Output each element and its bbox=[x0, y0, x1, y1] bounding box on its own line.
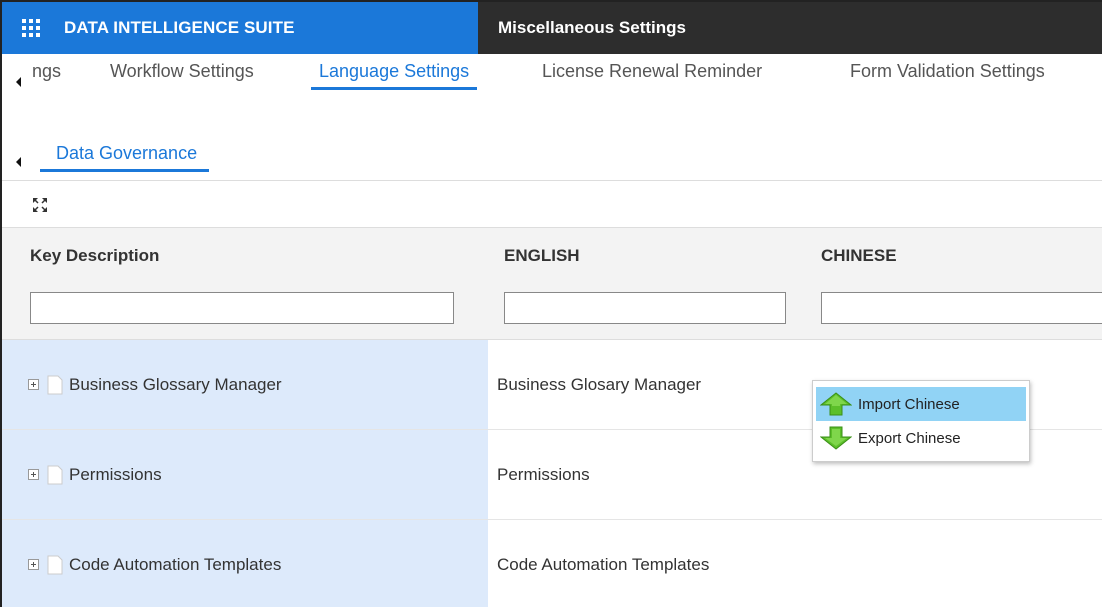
tab-scroll-left-icon[interactable] bbox=[16, 77, 21, 87]
export-chinese-menu-item[interactable]: Export Chinese bbox=[816, 421, 1026, 455]
app-header: DATA INTELLIGENCE SUITE Miscellaneous Se… bbox=[2, 2, 1102, 54]
import-chinese-label: Import Chinese bbox=[858, 395, 960, 413]
key-cell[interactable]: Permissions bbox=[2, 430, 488, 519]
arrow-up-icon bbox=[820, 392, 852, 416]
export-chinese-label: Export Chinese bbox=[858, 429, 961, 447]
module-tabs: Data Governance bbox=[2, 136, 1102, 174]
english-text: Code Automation Templates bbox=[497, 554, 710, 574]
key-cell[interactable]: Code Automation Templates bbox=[2, 520, 488, 607]
document-icon bbox=[47, 375, 63, 394]
arrow-down-icon bbox=[820, 426, 852, 450]
key-description-text: Permissions bbox=[69, 464, 162, 484]
app-launcher-icon[interactable] bbox=[22, 19, 40, 37]
filter-english-input[interactable] bbox=[504, 292, 786, 324]
english-cell[interactable]: Permissions bbox=[488, 430, 590, 519]
tab-data-governance[interactable]: Data Governance bbox=[40, 136, 210, 172]
expand-plus-icon[interactable] bbox=[28, 379, 39, 390]
tab-workflow-settings[interactable]: Workflow Settings bbox=[102, 54, 262, 90]
column-header-key-description[interactable]: Key Description bbox=[30, 246, 159, 266]
expand-icon[interactable] bbox=[32, 197, 48, 213]
import-chinese-menu-item[interactable]: Import Chinese bbox=[816, 387, 1026, 421]
app-window: DATA INTELLIGENCE SUITE Miscellaneous Se… bbox=[0, 0, 1102, 607]
key-description-text: Business Glossary Manager bbox=[69, 374, 282, 394]
english-text: Business Glosary Manager bbox=[497, 374, 702, 394]
expand-plus-icon[interactable] bbox=[28, 469, 39, 480]
document-icon bbox=[47, 555, 63, 574]
filter-key-description-input[interactable] bbox=[30, 292, 454, 324]
context-menu: Import Chinese Export Chinese bbox=[812, 380, 1030, 462]
tab-language-settings[interactable]: Language Settings bbox=[311, 54, 478, 90]
filter-chinese-input[interactable] bbox=[821, 292, 1102, 324]
column-header-english[interactable]: ENGLISH bbox=[504, 246, 580, 266]
english-cell[interactable]: Business Glosary Manager bbox=[488, 340, 701, 429]
table-row[interactable]: Code Automation Templates Code Automatio… bbox=[2, 520, 1102, 607]
settings-tabs: ngs Workflow Settings Language Settings … bbox=[2, 54, 1102, 92]
document-icon bbox=[47, 465, 63, 484]
grid-header: Key Description ENGLISH CHINESE bbox=[2, 228, 1102, 340]
english-text: Permissions bbox=[497, 464, 590, 484]
page-title: Miscellaneous Settings bbox=[498, 18, 686, 37]
column-header-chinese[interactable]: CHINESE bbox=[821, 246, 897, 266]
key-cell[interactable]: Business Glossary Manager bbox=[2, 340, 488, 429]
brand-title: DATA INTELLIGENCE SUITE bbox=[64, 18, 295, 37]
key-description-text: Code Automation Templates bbox=[69, 554, 282, 574]
module-tab-scroll-left-icon[interactable] bbox=[16, 157, 21, 167]
page-title-bar: Miscellaneous Settings bbox=[478, 2, 1102, 54]
english-cell[interactable]: Code Automation Templates bbox=[488, 520, 709, 607]
tab-form-validation-settings[interactable]: Form Validation Settings bbox=[842, 54, 1053, 90]
tab-partial-settings[interactable]: ngs bbox=[24, 54, 69, 90]
brand-bar: DATA INTELLIGENCE SUITE bbox=[2, 2, 478, 54]
tab-license-renewal-reminder[interactable]: License Renewal Reminder bbox=[534, 54, 770, 90]
grid-toolbar bbox=[2, 180, 1102, 228]
expand-plus-icon[interactable] bbox=[28, 559, 39, 570]
